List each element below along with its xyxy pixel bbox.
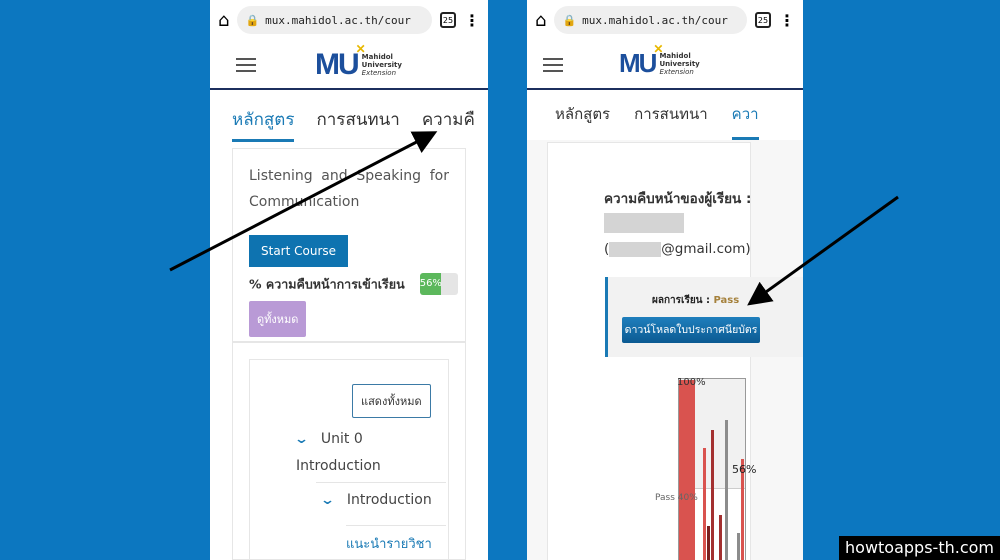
arrow-to-progress-tab [169, 131, 438, 272]
watermark: howtoapps-th.com [839, 536, 1000, 560]
annotation-arrows [169, 131, 899, 306]
arrow-to-download-button [747, 195, 899, 306]
